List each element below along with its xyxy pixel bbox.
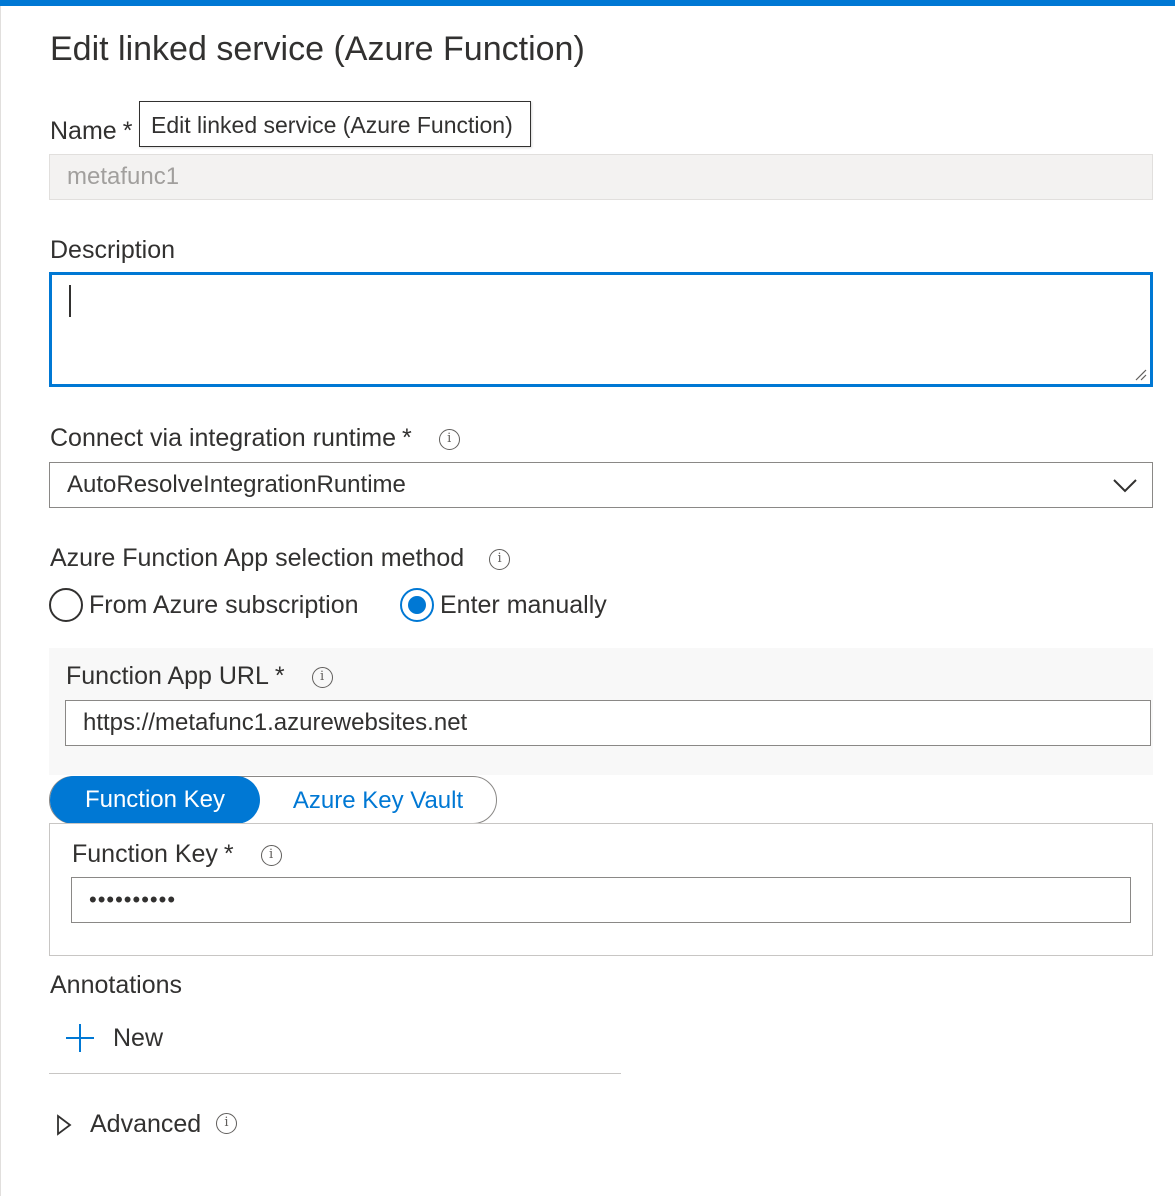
selection-method-label: Azure Function App selection method xyxy=(50,544,465,572)
radio-circle[interactable] xyxy=(49,588,83,622)
azure-key-vault-tab[interactable]: Azure Key Vault xyxy=(260,777,496,823)
function-app-url-label-row: Function App URL * i xyxy=(66,662,333,691)
runtime-label: Connect via integration runtime xyxy=(50,424,397,452)
new-annotation-button[interactable]: New xyxy=(64,1020,174,1056)
advanced-expander[interactable]: Advanced i xyxy=(56,1110,246,1140)
url-required-marker: * xyxy=(274,662,285,690)
runtime-dropdown[interactable]: AutoResolveIntegrationRuntime xyxy=(49,462,1153,508)
function-key-label: Function Key xyxy=(72,840,218,868)
function-app-url-input[interactable]: https://metafunc1.azurewebsites.net xyxy=(65,700,1151,746)
info-icon[interactable]: i xyxy=(216,1113,237,1134)
name-label-row: Name * xyxy=(50,117,132,146)
runtime-selected-value: AutoResolveIntegrationRuntime xyxy=(67,471,406,498)
annotations-label: Annotations xyxy=(50,971,183,999)
caret-right-icon xyxy=(57,1114,72,1136)
function-key-tab[interactable]: Function Key xyxy=(50,776,260,824)
advanced-label: Advanced xyxy=(90,1110,202,1138)
info-icon[interactable]: i xyxy=(311,666,333,688)
name-label: Name xyxy=(50,117,117,145)
text-caret xyxy=(69,285,71,317)
info-icon[interactable]: i xyxy=(260,844,282,866)
radio-label: From Azure subscription xyxy=(89,590,359,619)
function-key-input[interactable]: •••••••••• xyxy=(71,877,1131,923)
radio-label: Enter manually xyxy=(440,590,607,619)
auth-method-toggle: Function Key Azure Key Vault xyxy=(49,776,497,824)
chevron-down-icon xyxy=(1113,479,1137,493)
description-textarea[interactable] xyxy=(49,272,1153,387)
resize-grip-icon[interactable] xyxy=(1133,367,1147,381)
key-required-marker: * xyxy=(223,840,234,868)
function-key-label-row: Function Key * i xyxy=(72,840,282,869)
radio-enter-manually[interactable]: Enter manually xyxy=(400,588,607,622)
description-label: Description xyxy=(50,236,176,264)
new-label: New xyxy=(113,1024,164,1052)
title-tooltip: Edit linked service (Azure Function) xyxy=(139,101,531,147)
runtime-label-row: Connect via integration runtime * i xyxy=(50,424,460,453)
left-edge-divider xyxy=(0,6,1,1196)
function-app-url-label: Function App URL xyxy=(66,662,269,690)
top-accent-bar xyxy=(0,0,1175,6)
plus-icon xyxy=(66,1024,94,1052)
runtime-required-marker: * xyxy=(402,424,412,452)
dialog-title: Edit linked service (Azure Function) xyxy=(50,30,585,68)
info-icon[interactable]: i xyxy=(438,428,460,450)
radio-circle-checked[interactable] xyxy=(400,588,434,622)
radio-from-subscription[interactable]: From Azure subscription xyxy=(49,588,359,622)
selection-method-label-row: Azure Function App selection method i xyxy=(50,544,511,573)
name-required-marker: * xyxy=(122,117,133,145)
name-input[interactable]: metafunc1 xyxy=(49,154,1153,200)
annotations-divider xyxy=(49,1073,621,1074)
info-icon[interactable]: i xyxy=(489,548,511,570)
